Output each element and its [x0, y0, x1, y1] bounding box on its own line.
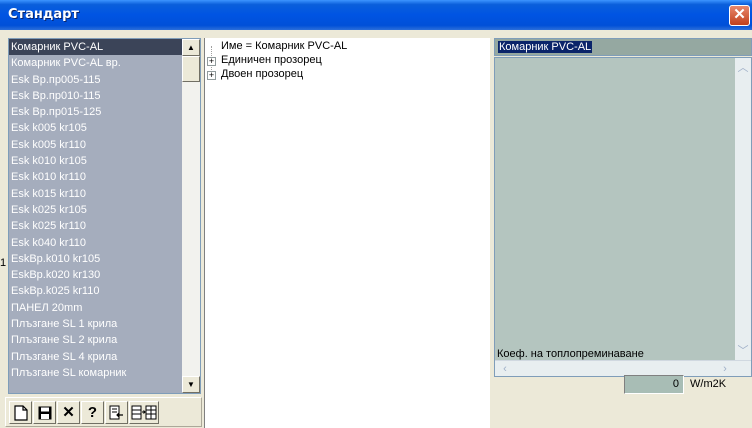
save-icon	[38, 406, 51, 420]
list-item[interactable]: EskВр.k010 kr105	[9, 251, 184, 267]
notes-textarea[interactable]: ︿ ﹀ ‹ ›	[494, 57, 752, 377]
list-item[interactable]: Esk k005 kr110	[9, 137, 184, 153]
scroll-down-button[interactable]: ▼	[182, 376, 200, 393]
coef-label: Коеф. на топлопреминаване	[497, 348, 644, 360]
chevron-up-icon[interactable]: ︿	[735, 60, 751, 76]
list-item[interactable]: EskВр.k020 kr130	[9, 267, 184, 283]
chevron-down-icon[interactable]: ﹀	[735, 343, 751, 359]
standard-list[interactable]: Комарник PVC-AL Комарник PVC-AL вр. Esk Вр…	[8, 38, 201, 394]
title-bar: Стандарт ✕	[0, 0, 752, 30]
list-item[interactable]: Плъзгане SL 1 крила	[9, 316, 184, 332]
list-item[interactable]: ПАНЕЛ 20mm	[9, 300, 184, 316]
copy-table-button[interactable]	[129, 401, 159, 424]
import-icon	[109, 405, 123, 420]
close-button[interactable]: ✕	[729, 5, 750, 26]
help-icon: ?	[87, 404, 98, 421]
save-button[interactable]	[33, 401, 56, 424]
chevron-left-icon[interactable]: ‹	[497, 361, 513, 377]
copy-table-icon	[131, 405, 157, 420]
import-button[interactable]	[105, 401, 128, 424]
stray-label: 1	[0, 257, 7, 269]
list-item[interactable]: Esk k010 kr110	[9, 169, 184, 185]
coef-unit-label: W/m2K	[690, 378, 727, 390]
notes-horizontal-scrollbar[interactable]: ‹ ›	[495, 360, 751, 376]
list-item[interactable]: Комарник PVC-AL	[9, 39, 184, 56]
list-scrollbar[interactable]: ▲ ▼	[182, 39, 200, 393]
toolbar: ✕ ?	[5, 397, 202, 427]
help-button[interactable]: ?	[81, 401, 104, 424]
list-item[interactable]: Esk k005 kr105	[9, 120, 184, 136]
expand-icon[interactable]: +	[207, 71, 216, 80]
properties-tree[interactable]: Име = Комарник PVC-AL + Единичен прозоре…	[204, 38, 490, 428]
delete-icon: ✕	[62, 404, 75, 421]
list-item[interactable]: Esk Вр.пр010-115	[9, 88, 184, 104]
list-item[interactable]: Esk k010 kr105	[9, 153, 184, 169]
list-items: Комарник PVC-AL Комарник PVC-AL вр. Esk Вр…	[9, 39, 184, 381]
tree-row-label: Име = Комарник PVC-AL	[221, 40, 348, 52]
chevron-right-icon[interactable]: ›	[717, 361, 733, 377]
expand-icon[interactable]: +	[207, 57, 216, 66]
list-item[interactable]: Плъзгане SL 4 крила	[9, 349, 184, 365]
list-item[interactable]: Esk k025 kr110	[9, 218, 184, 234]
scroll-thumb[interactable]	[182, 56, 200, 82]
list-item[interactable]: Esk Вр.пр015-125	[9, 104, 184, 120]
list-item[interactable]: Плъзгане SL 2 крила	[9, 332, 184, 348]
list-item[interactable]: Esk k015 kr110	[9, 186, 184, 202]
window-title: Стандарт	[8, 7, 79, 22]
new-document-icon	[13, 405, 28, 421]
list-item[interactable]: Esk Вр.пр005-115	[9, 72, 184, 88]
coef-value-field[interactable]: 0	[624, 375, 684, 394]
new-button[interactable]	[9, 401, 32, 424]
list-item[interactable]: Esk k040 kr110	[9, 235, 184, 251]
notes-vertical-scrollbar[interactable]: ︿ ﹀	[735, 58, 751, 361]
name-field[interactable]: Комарник PVC-AL	[494, 38, 752, 56]
scroll-up-button[interactable]: ▲	[182, 39, 200, 56]
list-item[interactable]: EskВр.k025 kr110	[9, 283, 184, 299]
tree-row-label: Единичен прозорец	[221, 54, 322, 66]
list-item[interactable]: Плъзгане SL комарник	[9, 365, 184, 381]
tree-row-label: Двоен прозорец	[221, 68, 304, 80]
arrow-down-icon: ▼	[187, 380, 195, 389]
list-item[interactable]: Esk k025 kr105	[9, 202, 184, 218]
name-field-value: Комарник PVC-AL	[498, 41, 593, 53]
arrow-up-icon: ▲	[187, 43, 195, 52]
delete-button[interactable]: ✕	[57, 401, 80, 424]
close-icon: ✕	[733, 6, 746, 23]
list-item[interactable]: Комарник PVC-AL вр.	[9, 55, 184, 71]
